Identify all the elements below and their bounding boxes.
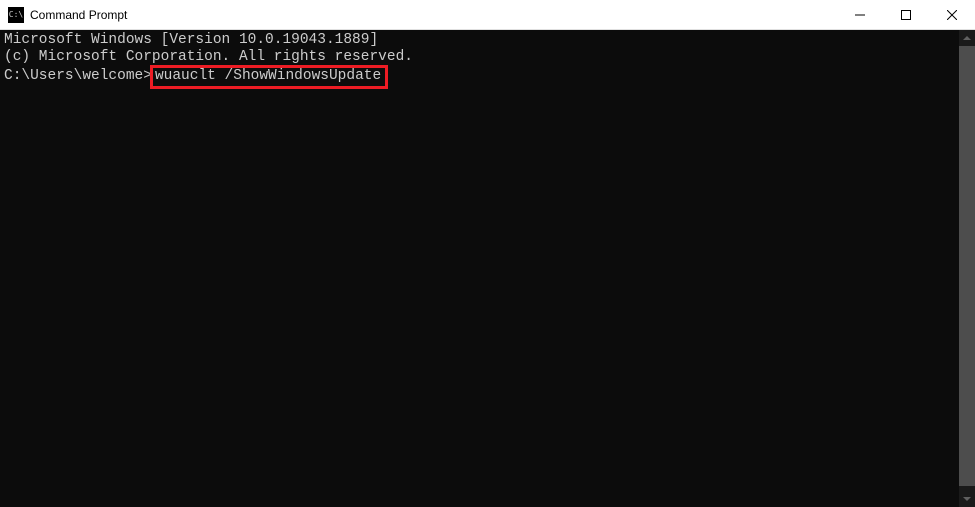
titlebar[interactable]: C:\ Command Prompt	[0, 0, 975, 30]
scroll-thumb[interactable]	[959, 46, 975, 486]
window-title: Command Prompt	[30, 8, 837, 22]
terminal-area[interactable]: Microsoft Windows [Version 10.0.19043.18…	[0, 30, 975, 507]
window-controls	[837, 0, 975, 29]
highlighted-command: wuauclt /ShowWindowsUpdate	[150, 65, 388, 89]
close-icon	[947, 10, 957, 20]
vertical-scrollbar[interactable]	[959, 30, 975, 507]
app-icon: C:\	[8, 7, 24, 23]
terminal-line-version: Microsoft Windows [Version 10.0.19043.18…	[4, 32, 955, 49]
terminal-prompt: C:\Users\welcome>	[4, 68, 152, 84]
scroll-up-button[interactable]	[959, 30, 975, 46]
chevron-up-icon	[963, 36, 971, 40]
minimize-button[interactable]	[837, 0, 883, 29]
close-button[interactable]	[929, 0, 975, 29]
app-icon-text: C:\	[9, 11, 23, 19]
terminal-content[interactable]: Microsoft Windows [Version 10.0.19043.18…	[0, 30, 959, 507]
terminal-command: wuauclt /ShowWindowsUpdate	[155, 68, 381, 84]
maximize-button[interactable]	[883, 0, 929, 29]
scroll-down-button[interactable]	[959, 491, 975, 507]
terminal-prompt-line: C:\Users\welcome>wuauclt /ShowWindowsUpd…	[4, 65, 955, 89]
terminal-line-copyright: (c) Microsoft Corporation. All rights re…	[4, 49, 955, 66]
chevron-down-icon	[963, 497, 971, 501]
minimize-icon	[855, 10, 865, 20]
maximize-icon	[901, 10, 911, 20]
